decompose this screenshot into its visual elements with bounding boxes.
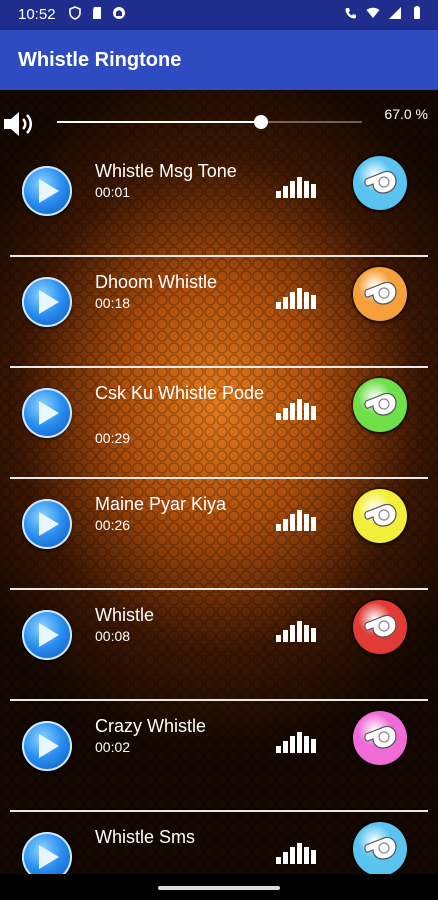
navigation-bar bbox=[0, 874, 438, 900]
equalizer-bars-icon bbox=[276, 177, 316, 198]
equalizer-bars-icon bbox=[276, 843, 316, 864]
app-bar: Whistle Ringtone bbox=[0, 30, 438, 90]
play-icon bbox=[39, 290, 59, 314]
whistle-icon bbox=[364, 725, 397, 749]
ringtone-row[interactable]: Csk Ku Whistle Pode 00:29 bbox=[0, 368, 438, 479]
whistle-icon bbox=[364, 503, 397, 527]
whistle-icon bbox=[364, 170, 397, 194]
ringtone-row[interactable]: Crazy Whistle 00:02 bbox=[0, 701, 438, 812]
status-time: 10:52 bbox=[18, 6, 56, 23]
play-button[interactable] bbox=[22, 721, 72, 771]
set-ringtone-whistle-button[interactable] bbox=[353, 489, 407, 543]
set-ringtone-whistle-button[interactable] bbox=[353, 711, 407, 765]
ringtone-row[interactable]: Whistle 00:08 bbox=[0, 590, 438, 701]
equalizer-bars-icon bbox=[276, 732, 316, 753]
app-title: Whistle Ringtone bbox=[18, 49, 182, 71]
ringtone-title: Crazy Whistle bbox=[95, 716, 207, 736]
equalizer-bars-icon bbox=[276, 621, 316, 642]
play-button[interactable] bbox=[22, 610, 72, 660]
volume-control: 67.0 % bbox=[0, 90, 438, 154]
equalizer-bars-icon bbox=[276, 510, 316, 531]
whistle-icon bbox=[364, 281, 397, 305]
whistle-icon bbox=[364, 392, 397, 416]
play-button[interactable] bbox=[22, 832, 72, 874]
battery-icon bbox=[414, 6, 420, 19]
ringtone-list: Whistle Msg Tone 00:01 Dhoom Whistle 00:… bbox=[0, 146, 438, 874]
set-ringtone-whistle-button[interactable] bbox=[353, 822, 407, 874]
set-ringtone-whistle-button[interactable] bbox=[353, 156, 407, 210]
play-button[interactable] bbox=[22, 388, 72, 438]
play-icon bbox=[39, 734, 59, 758]
ringtone-duration: 00:02 bbox=[95, 739, 131, 755]
volume-percent: 67.0 % bbox=[384, 106, 428, 122]
status-bar: 10:52 bbox=[0, 0, 438, 30]
ringtone-duration: 00:18 bbox=[95, 295, 131, 311]
play-button[interactable] bbox=[22, 166, 72, 216]
ringtone-title: Maine Pyar Kiya bbox=[95, 494, 227, 514]
ringtone-title: Whistle Sms bbox=[95, 827, 196, 847]
set-ringtone-whistle-button[interactable] bbox=[353, 600, 407, 654]
ringtone-title: Whistle bbox=[95, 605, 155, 625]
status-left-icons bbox=[68, 6, 126, 20]
set-ringtone-whistle-button[interactable] bbox=[353, 267, 407, 321]
ringtone-duration: 00:08 bbox=[95, 628, 131, 644]
speaker-icon[interactable] bbox=[2, 108, 36, 140]
ringtone-row[interactable]: Whistle Sms bbox=[0, 812, 438, 874]
call-wifi-icon bbox=[345, 8, 356, 19]
wifi-icon bbox=[366, 7, 380, 18]
signal-icon bbox=[389, 7, 401, 19]
ringtone-title: Dhoom Whistle bbox=[95, 272, 218, 292]
volume-slider-thumb[interactable] bbox=[254, 115, 269, 129]
volume-slider[interactable] bbox=[57, 115, 362, 129]
home-gesture-handle[interactable] bbox=[158, 886, 280, 890]
play-icon bbox=[39, 845, 59, 869]
whistle-icon bbox=[364, 614, 397, 638]
play-icon bbox=[39, 512, 59, 536]
volume-slider-fill bbox=[57, 121, 262, 123]
ringtone-title: Csk Ku Whistle Pode bbox=[95, 383, 265, 403]
ringtone-list-screen: 67.0 % Whistle Msg Tone 00:01 Dhoom Whis… bbox=[0, 90, 438, 874]
ringtone-row[interactable]: Dhoom Whistle 00:18 bbox=[0, 257, 438, 368]
play-icon bbox=[39, 179, 59, 203]
set-ringtone-whistle-button[interactable] bbox=[353, 378, 407, 432]
equalizer-bars-icon bbox=[276, 399, 316, 420]
play-button[interactable] bbox=[22, 499, 72, 549]
play-icon bbox=[39, 623, 59, 647]
shield-icon bbox=[69, 6, 81, 20]
ringtone-row[interactable]: Maine Pyar Kiya 00:26 bbox=[0, 479, 438, 590]
ringtone-title: Whistle Msg Tone bbox=[95, 161, 237, 181]
whistle-icon bbox=[364, 836, 397, 860]
equalizer-bars-icon bbox=[276, 288, 316, 309]
ringtone-row[interactable]: Whistle Msg Tone 00:01 bbox=[0, 146, 438, 257]
play-button[interactable] bbox=[22, 277, 72, 327]
ringtone-duration: 00:29 bbox=[95, 430, 131, 446]
ringtone-duration: 00:01 bbox=[95, 184, 131, 200]
sd-card-icon bbox=[93, 7, 101, 19]
media-icon bbox=[113, 7, 125, 19]
play-icon bbox=[39, 401, 59, 425]
status-right-icons bbox=[344, 6, 424, 20]
ringtone-duration: 00:26 bbox=[95, 517, 131, 533]
